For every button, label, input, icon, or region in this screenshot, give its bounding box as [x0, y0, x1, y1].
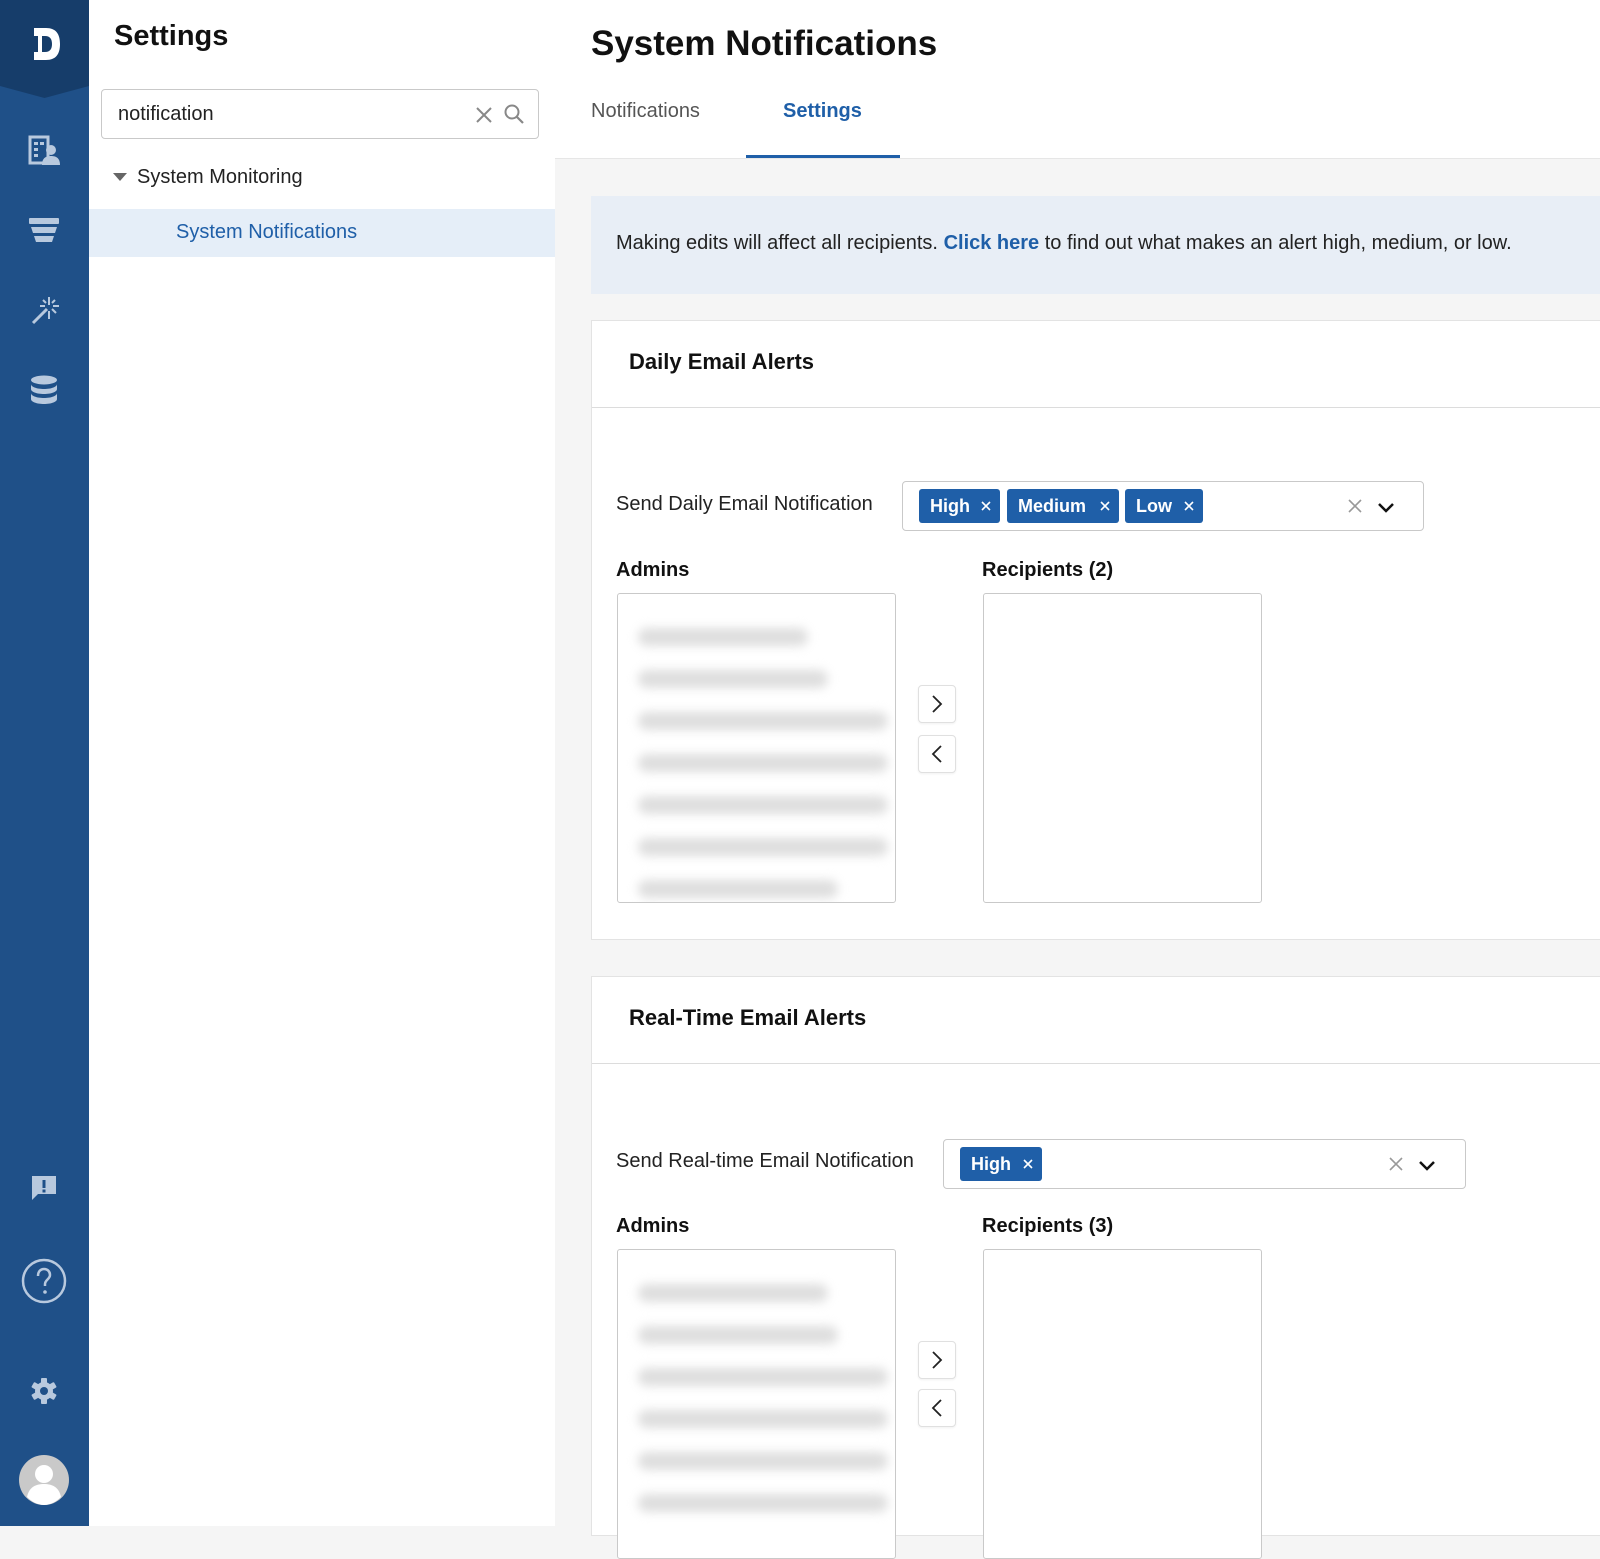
banner-text: Making edits will affect all recipients.… — [616, 232, 1512, 255]
list-item[interactable] — [638, 1410, 888, 1428]
banner-text-after: to find out what makes an alert high, me… — [1044, 232, 1512, 254]
card-header: Daily Email Alerts — [592, 321, 1600, 408]
tree-item-label: System Notifications — [176, 221, 358, 243]
reports-icon[interactable] — [22, 128, 66, 172]
clear-search-icon[interactable] — [472, 103, 496, 127]
recipients-label: Recipients (2) — [982, 559, 1114, 581]
card-header: Real-Time Email Alerts — [592, 977, 1600, 1064]
list-item[interactable] — [638, 628, 808, 646]
list-item[interactable] — [638, 1284, 828, 1302]
remove-chip-icon[interactable] — [1099, 500, 1111, 512]
tab-settings[interactable]: Settings — [783, 100, 862, 123]
recipients-list[interactable] — [983, 1249, 1262, 1559]
realtime-email-alerts-card: Real-Time Email Alerts Send Real-time Em… — [591, 976, 1600, 1559]
chip-low[interactable]: Low — [1125, 489, 1203, 523]
settings-search[interactable] — [101, 89, 539, 139]
caret-down-icon[interactable] — [113, 173, 127, 181]
daily-notification-label: Send Daily Email Notification — [616, 493, 873, 515]
chip-high[interactable]: High — [919, 489, 1000, 523]
chip-label: Medium — [1018, 495, 1087, 516]
chevron-left-icon — [931, 745, 942, 763]
admins-label: Admins — [616, 559, 690, 581]
list-item[interactable] — [638, 1494, 888, 1512]
realtime-notification-label: Send Real-time Email Notification — [616, 1150, 914, 1172]
recipients-list[interactable] — [983, 593, 1262, 903]
chip-label: High — [971, 1153, 1011, 1174]
admins-list[interactable] — [617, 593, 896, 903]
recipients-label: Recipients (3) — [982, 1215, 1114, 1237]
avatar-icon[interactable] — [19, 1455, 69, 1505]
main-content: System Notifications Notifications Setti… — [555, 0, 1600, 1559]
chip-label: High — [930, 495, 970, 516]
chevron-right-icon — [932, 695, 943, 713]
chevron-down-icon[interactable] — [1416, 1154, 1438, 1176]
list-item[interactable] — [638, 796, 888, 814]
list-item[interactable] — [638, 1452, 888, 1470]
panel-title: Settings — [114, 20, 229, 52]
clear-selection-icon[interactable] — [1388, 1156, 1404, 1172]
card-title: Real-Time Email Alerts — [629, 1005, 867, 1030]
remove-chip-icon[interactable] — [1022, 1158, 1034, 1170]
admins-label: Admins — [616, 1215, 690, 1237]
move-right-button[interactable] — [918, 1341, 956, 1379]
move-left-button[interactable] — [918, 1389, 956, 1427]
list-item[interactable] — [638, 712, 888, 730]
daily-severity-select[interactable]: High Medium Low — [902, 481, 1424, 531]
tree-item-label: System Monitoring — [137, 165, 303, 188]
list-item[interactable] — [638, 1326, 838, 1344]
list-item[interactable] — [638, 1368, 888, 1386]
feedback-icon[interactable] — [22, 1166, 66, 1210]
list-item[interactable] — [638, 670, 828, 688]
clear-selection-icon[interactable] — [1347, 498, 1363, 514]
settings-panel: Settings System Monitoring System Notifi… — [89, 0, 556, 1526]
database-icon[interactable] — [22, 368, 66, 412]
chevron-down-icon[interactable] — [1375, 496, 1397, 518]
list-item[interactable] — [638, 838, 888, 856]
chip-label: Low — [1136, 495, 1172, 516]
realtime-severity-select[interactable]: High — [943, 1139, 1466, 1189]
search-input[interactable] — [118, 100, 448, 128]
page-header: System Notifications Notifications Setti… — [555, 0, 1600, 159]
stack-icon[interactable] — [22, 208, 66, 252]
icon-rail — [0, 0, 90, 1526]
tab-notifications[interactable]: Notifications — [591, 100, 700, 123]
banner-text-before: Making edits will affect all recipients. — [616, 232, 938, 254]
admins-list[interactable] — [617, 1249, 896, 1559]
chip-medium[interactable]: Medium — [1007, 489, 1119, 523]
list-item[interactable] — [638, 754, 888, 772]
gear-icon[interactable] — [22, 1369, 66, 1413]
info-banner: Making edits will affect all recipients.… — [591, 196, 1600, 294]
banner-link[interactable]: Click here — [944, 232, 1040, 254]
help-icon[interactable] — [20, 1257, 68, 1305]
logo-icon[interactable] — [0, 0, 89, 98]
list-item[interactable] — [638, 880, 838, 898]
search-icon[interactable] — [502, 102, 526, 126]
remove-chip-icon[interactable] — [980, 500, 992, 512]
tree-item-system-notifications[interactable]: System Notifications — [89, 209, 555, 257]
chevron-left-icon — [931, 1399, 942, 1417]
page-title: System Notifications — [591, 24, 938, 63]
magic-wand-icon[interactable] — [22, 288, 66, 332]
active-tab-indicator — [746, 155, 900, 158]
chip-high[interactable]: High — [960, 1147, 1042, 1181]
move-left-button[interactable] — [918, 735, 956, 773]
tree-item-system-monitoring[interactable]: System Monitoring — [113, 160, 303, 194]
chevron-right-icon — [932, 1351, 943, 1369]
remove-chip-icon[interactable] — [1183, 500, 1195, 512]
daily-email-alerts-card: Daily Email Alerts Send Daily Email Noti… — [591, 320, 1600, 940]
move-right-button[interactable] — [918, 685, 956, 723]
card-title: Daily Email Alerts — [629, 349, 815, 374]
